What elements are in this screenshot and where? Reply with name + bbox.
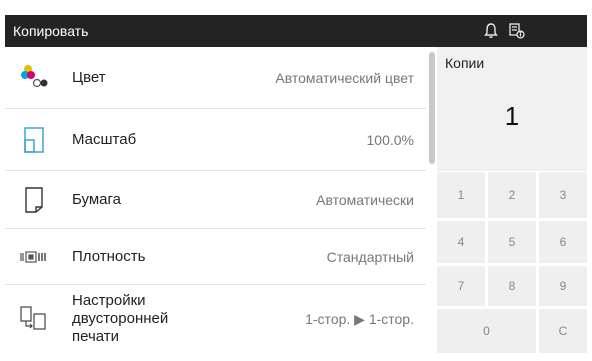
- list-scrollbar[interactable]: [429, 52, 435, 164]
- paper-icon: [19, 185, 49, 215]
- setting-row-zoom[interactable]: Масштаб 100.0%: [5, 109, 426, 171]
- copies-panel: Копии 1: [437, 47, 587, 171]
- setting-label: Настройки двусторонней печати: [72, 291, 169, 345]
- settings-list: Цвет Автоматический цвет Масштаб 100.0% …: [5, 47, 426, 361]
- setting-row-color[interactable]: Цвет Автоматический цвет: [5, 47, 426, 109]
- setting-value: 100.0%: [366, 131, 414, 148]
- setting-label: Цвет: [72, 68, 106, 86]
- title-bar: Копировать: [5, 15, 587, 47]
- density-icon: [19, 242, 49, 272]
- key-4[interactable]: 4: [437, 221, 485, 263]
- setting-label: Бумага: [72, 190, 121, 208]
- key-1[interactable]: 1: [437, 172, 485, 218]
- numeric-keypad: 1 2 3 4 5 6 7 8 9 0 C: [437, 172, 587, 361]
- setting-row-density[interactable]: Плотность Стандартный: [5, 229, 426, 285]
- key-3[interactable]: 3: [539, 172, 587, 218]
- tray-info-icon[interactable]: [507, 21, 527, 41]
- setting-value: 1-стор. ▶ 1-стор.: [305, 310, 414, 327]
- copies-count: 1: [504, 101, 520, 131]
- key-6[interactable]: 6: [539, 221, 587, 263]
- key-8[interactable]: 8: [488, 266, 536, 306]
- setting-value: Стандартный: [326, 248, 414, 265]
- key-clear[interactable]: C: [539, 309, 587, 353]
- setting-label: Плотность: [72, 247, 146, 265]
- zoom-icon: [19, 125, 49, 155]
- setting-row-duplex[interactable]: Настройки двусторонней печати 1-стор. ▶ …: [5, 285, 426, 352]
- color-icon: [19, 63, 49, 93]
- duplex-icon: [19, 304, 49, 334]
- key-7[interactable]: 7: [437, 266, 485, 306]
- key-5[interactable]: 5: [488, 221, 536, 263]
- setting-row-paper[interactable]: Бумага Автоматически: [5, 171, 426, 229]
- key-0[interactable]: 0: [437, 309, 536, 353]
- key-9[interactable]: 9: [539, 266, 587, 306]
- key-2[interactable]: 2: [488, 172, 536, 218]
- setting-label: Масштаб: [72, 130, 137, 148]
- setting-value: Автоматический цвет: [275, 69, 414, 86]
- bell-icon[interactable]: [481, 21, 501, 41]
- setting-value: Автоматически: [316, 191, 414, 208]
- page-title: Копировать: [13, 23, 89, 39]
- copies-label: Копии: [445, 55, 485, 71]
